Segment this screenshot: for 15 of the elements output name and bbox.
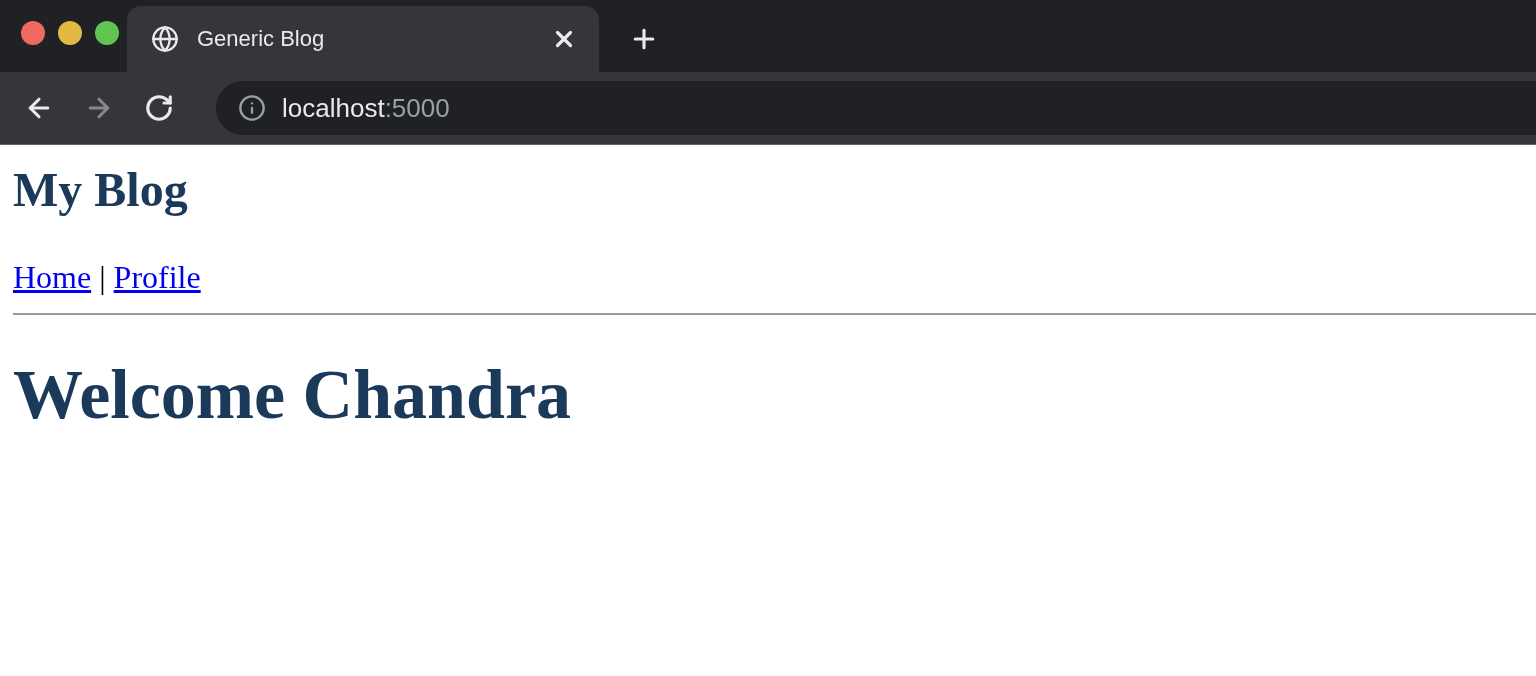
browser-tab[interactable]: Generic Blog — [127, 6, 599, 72]
welcome-heading: Welcome Chandra — [13, 355, 573, 435]
address-bar[interactable]: localhost:5000 — [216, 81, 1536, 135]
minimize-window-button[interactable] — [58, 21, 82, 45]
nav-link[interactable]: Home — [13, 257, 92, 297]
info-icon — [238, 94, 266, 122]
reload-button[interactable] — [144, 93, 174, 123]
nav-link[interactable]: Profile — [113, 257, 201, 297]
tab-title: Generic Blog — [197, 26, 326, 52]
blog-title: My Blog — [13, 162, 189, 218]
url-text: localhost:5000 — [282, 92, 450, 124]
zoom-window-button[interactable] — [95, 21, 119, 45]
globe-icon — [151, 25, 179, 53]
close-window-button[interactable] — [21, 21, 45, 45]
nav-separator: | — [99, 258, 106, 297]
